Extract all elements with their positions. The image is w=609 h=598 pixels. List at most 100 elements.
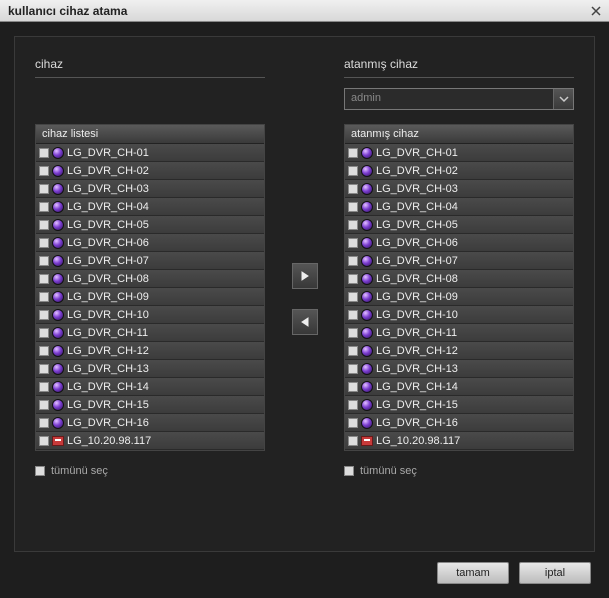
checkbox-icon[interactable] <box>348 220 358 230</box>
checkbox-icon[interactable] <box>39 382 49 392</box>
list-item[interactable]: LG_DVR_CH-13 <box>36 360 264 378</box>
checkbox-icon[interactable] <box>39 184 49 194</box>
camera-icon <box>361 273 373 285</box>
checkbox-icon[interactable] <box>348 202 358 212</box>
list-item-label: LG_DVR_CH-12 <box>376 345 458 357</box>
list-item[interactable]: LG_DVR_CH-10 <box>36 306 264 324</box>
checkbox-icon[interactable] <box>39 328 49 338</box>
list-item[interactable]: LG_DVR_CH-15 <box>36 396 264 414</box>
checkbox-icon[interactable] <box>348 148 358 158</box>
list-item[interactable]: LG_DVR_CH-09 <box>345 288 573 306</box>
checkbox-icon[interactable] <box>348 310 358 320</box>
assign-left-button[interactable] <box>292 309 318 335</box>
list-item-label: LG_DVR_CH-07 <box>376 255 458 267</box>
checkbox-icon[interactable] <box>348 166 358 176</box>
camera-icon <box>361 291 373 303</box>
list-item[interactable]: LG_DVR_CH-02 <box>345 162 573 180</box>
checkbox-icon[interactable] <box>348 400 358 410</box>
list-item[interactable]: LG_DVR_CH-12 <box>345 342 573 360</box>
list-item[interactable]: LG_DVR_CH-12 <box>36 342 264 360</box>
left-section-header: cihaz <box>35 57 265 78</box>
list-item[interactable]: LG_DVR_CH-04 <box>345 198 573 216</box>
list-item[interactable]: LG_DVR_CH-08 <box>36 270 264 288</box>
close-button[interactable] <box>587 3 605 19</box>
list-item[interactable]: LG_DVR_CH-03 <box>36 180 264 198</box>
list-item[interactable]: LG_DVR_CH-11 <box>36 324 264 342</box>
checkbox-icon[interactable] <box>39 346 49 356</box>
list-item[interactable]: LG_DVR_CH-11 <box>345 324 573 342</box>
list-item[interactable]: LG_DVR_CH-06 <box>345 234 573 252</box>
checkbox-icon[interactable] <box>39 238 49 248</box>
list-item[interactable]: LG_DVR_CH-06 <box>36 234 264 252</box>
user-dropdown[interactable]: admin <box>344 88 574 110</box>
camera-icon <box>361 201 373 213</box>
checkbox-icon[interactable] <box>39 256 49 266</box>
ok-button[interactable]: tamam <box>437 562 509 584</box>
checkbox-icon[interactable] <box>348 364 358 374</box>
list-item-label: LG_DVR_CH-01 <box>67 147 149 159</box>
list-item-label: LG_DVR_CH-10 <box>67 309 149 321</box>
list-item[interactable]: LG_DVR_CH-08 <box>345 270 573 288</box>
list-item-label: LG_DVR_CH-13 <box>376 363 458 375</box>
checkbox-icon[interactable] <box>39 220 49 230</box>
list-item-label: LG_DVR_CH-10 <box>376 309 458 321</box>
checkbox-icon[interactable] <box>348 292 358 302</box>
right-select-all-label: tümünü seç <box>360 465 417 477</box>
checkbox-icon[interactable] <box>348 274 358 284</box>
device-list-items: LG_DVR_CH-01 LG_DVR_CH-02LG_DVR_CH-03 LG_D… <box>36 144 264 450</box>
checkbox-icon[interactable] <box>348 238 358 248</box>
checkbox-icon[interactable] <box>39 436 49 446</box>
list-item-label: LG_10.20.98.117 <box>376 435 460 447</box>
list-item[interactable]: LG_DVR_CH-03 <box>345 180 573 198</box>
checkbox-icon[interactable] <box>348 328 358 338</box>
list-item[interactable]: LG_DVR_CH-14 <box>36 378 264 396</box>
list-item[interactable]: LG_DVR_CH-10 <box>345 306 573 324</box>
list-item[interactable]: LG_DVR_CH-07 <box>36 252 264 270</box>
right-select-all[interactable]: tümünü seç <box>344 465 574 477</box>
checkbox-icon[interactable] <box>348 346 358 356</box>
checkbox-icon[interactable] <box>39 148 49 158</box>
checkbox-icon[interactable] <box>39 274 49 284</box>
left-select-all[interactable]: tümünü seç <box>35 465 265 477</box>
checkbox-icon[interactable] <box>39 310 49 320</box>
list-item[interactable]: LG_DVR_CH-02 <box>36 162 264 180</box>
list-item[interactable]: LG_DVR_CH-01 <box>345 144 573 162</box>
list-item[interactable]: LG_DVR_CH-13 <box>345 360 573 378</box>
checkbox-icon[interactable] <box>348 256 358 266</box>
right-section-header: atanmış cihaz <box>344 57 574 78</box>
list-item[interactable]: LG_DVR_CH-01 <box>36 144 264 162</box>
list-item[interactable]: LG_DVR_CH-16 <box>345 414 573 432</box>
list-item[interactable]: LG_DVR_CH-04 <box>36 198 264 216</box>
checkbox-icon[interactable] <box>348 382 358 392</box>
user-dropdown-toggle[interactable] <box>553 89 573 109</box>
list-item-label: LG_DVR_CH-16 <box>376 417 458 429</box>
checkbox-icon[interactable] <box>348 184 358 194</box>
list-item[interactable]: LG_DVR_CH-14 <box>345 378 573 396</box>
list-item-label: LG_DVR_CH-04 <box>67 201 149 213</box>
camera-icon <box>361 399 373 411</box>
main-area: cihaz cihaz listesi LG_DVR_CH-01LG_DVR_C… <box>14 36 595 552</box>
checkbox-icon[interactable] <box>39 292 49 302</box>
list-item[interactable]: LG_DVR_CH-16 <box>36 414 264 432</box>
list-item[interactable]: LG_DVR_CH-09 <box>36 288 264 306</box>
list-item[interactable]: LG_DVR_CH-05 <box>36 216 264 234</box>
checkbox-icon[interactable] <box>39 364 49 374</box>
list-item-label: LG_DVR_CH-08 <box>376 273 458 285</box>
camera-icon <box>361 255 373 267</box>
checkbox-icon[interactable] <box>348 436 358 446</box>
list-item[interactable]: LG_DVR_CH-15 <box>345 396 573 414</box>
window-title: kullanıcı cihaz atama <box>8 4 127 18</box>
list-item[interactable]: LG_DVR_CH-07 <box>345 252 573 270</box>
list-item-label: LG_DVR_CH-16 <box>67 417 149 429</box>
checkbox-icon[interactable] <box>39 166 49 176</box>
checkbox-icon[interactable] <box>348 418 358 428</box>
checkbox-icon[interactable] <box>39 202 49 212</box>
cancel-button[interactable]: iptal <box>519 562 591 584</box>
assign-right-button[interactable] <box>292 263 318 289</box>
list-item[interactable]: LG_DVR_CH-05 <box>345 216 573 234</box>
checkbox-icon[interactable] <box>39 418 49 428</box>
checkbox-icon[interactable] <box>39 400 49 410</box>
camera-icon <box>361 309 373 321</box>
list-item[interactable]: LG_10.20.98.117 <box>36 432 264 450</box>
list-item[interactable]: LG_10.20.98.117 <box>345 432 573 450</box>
